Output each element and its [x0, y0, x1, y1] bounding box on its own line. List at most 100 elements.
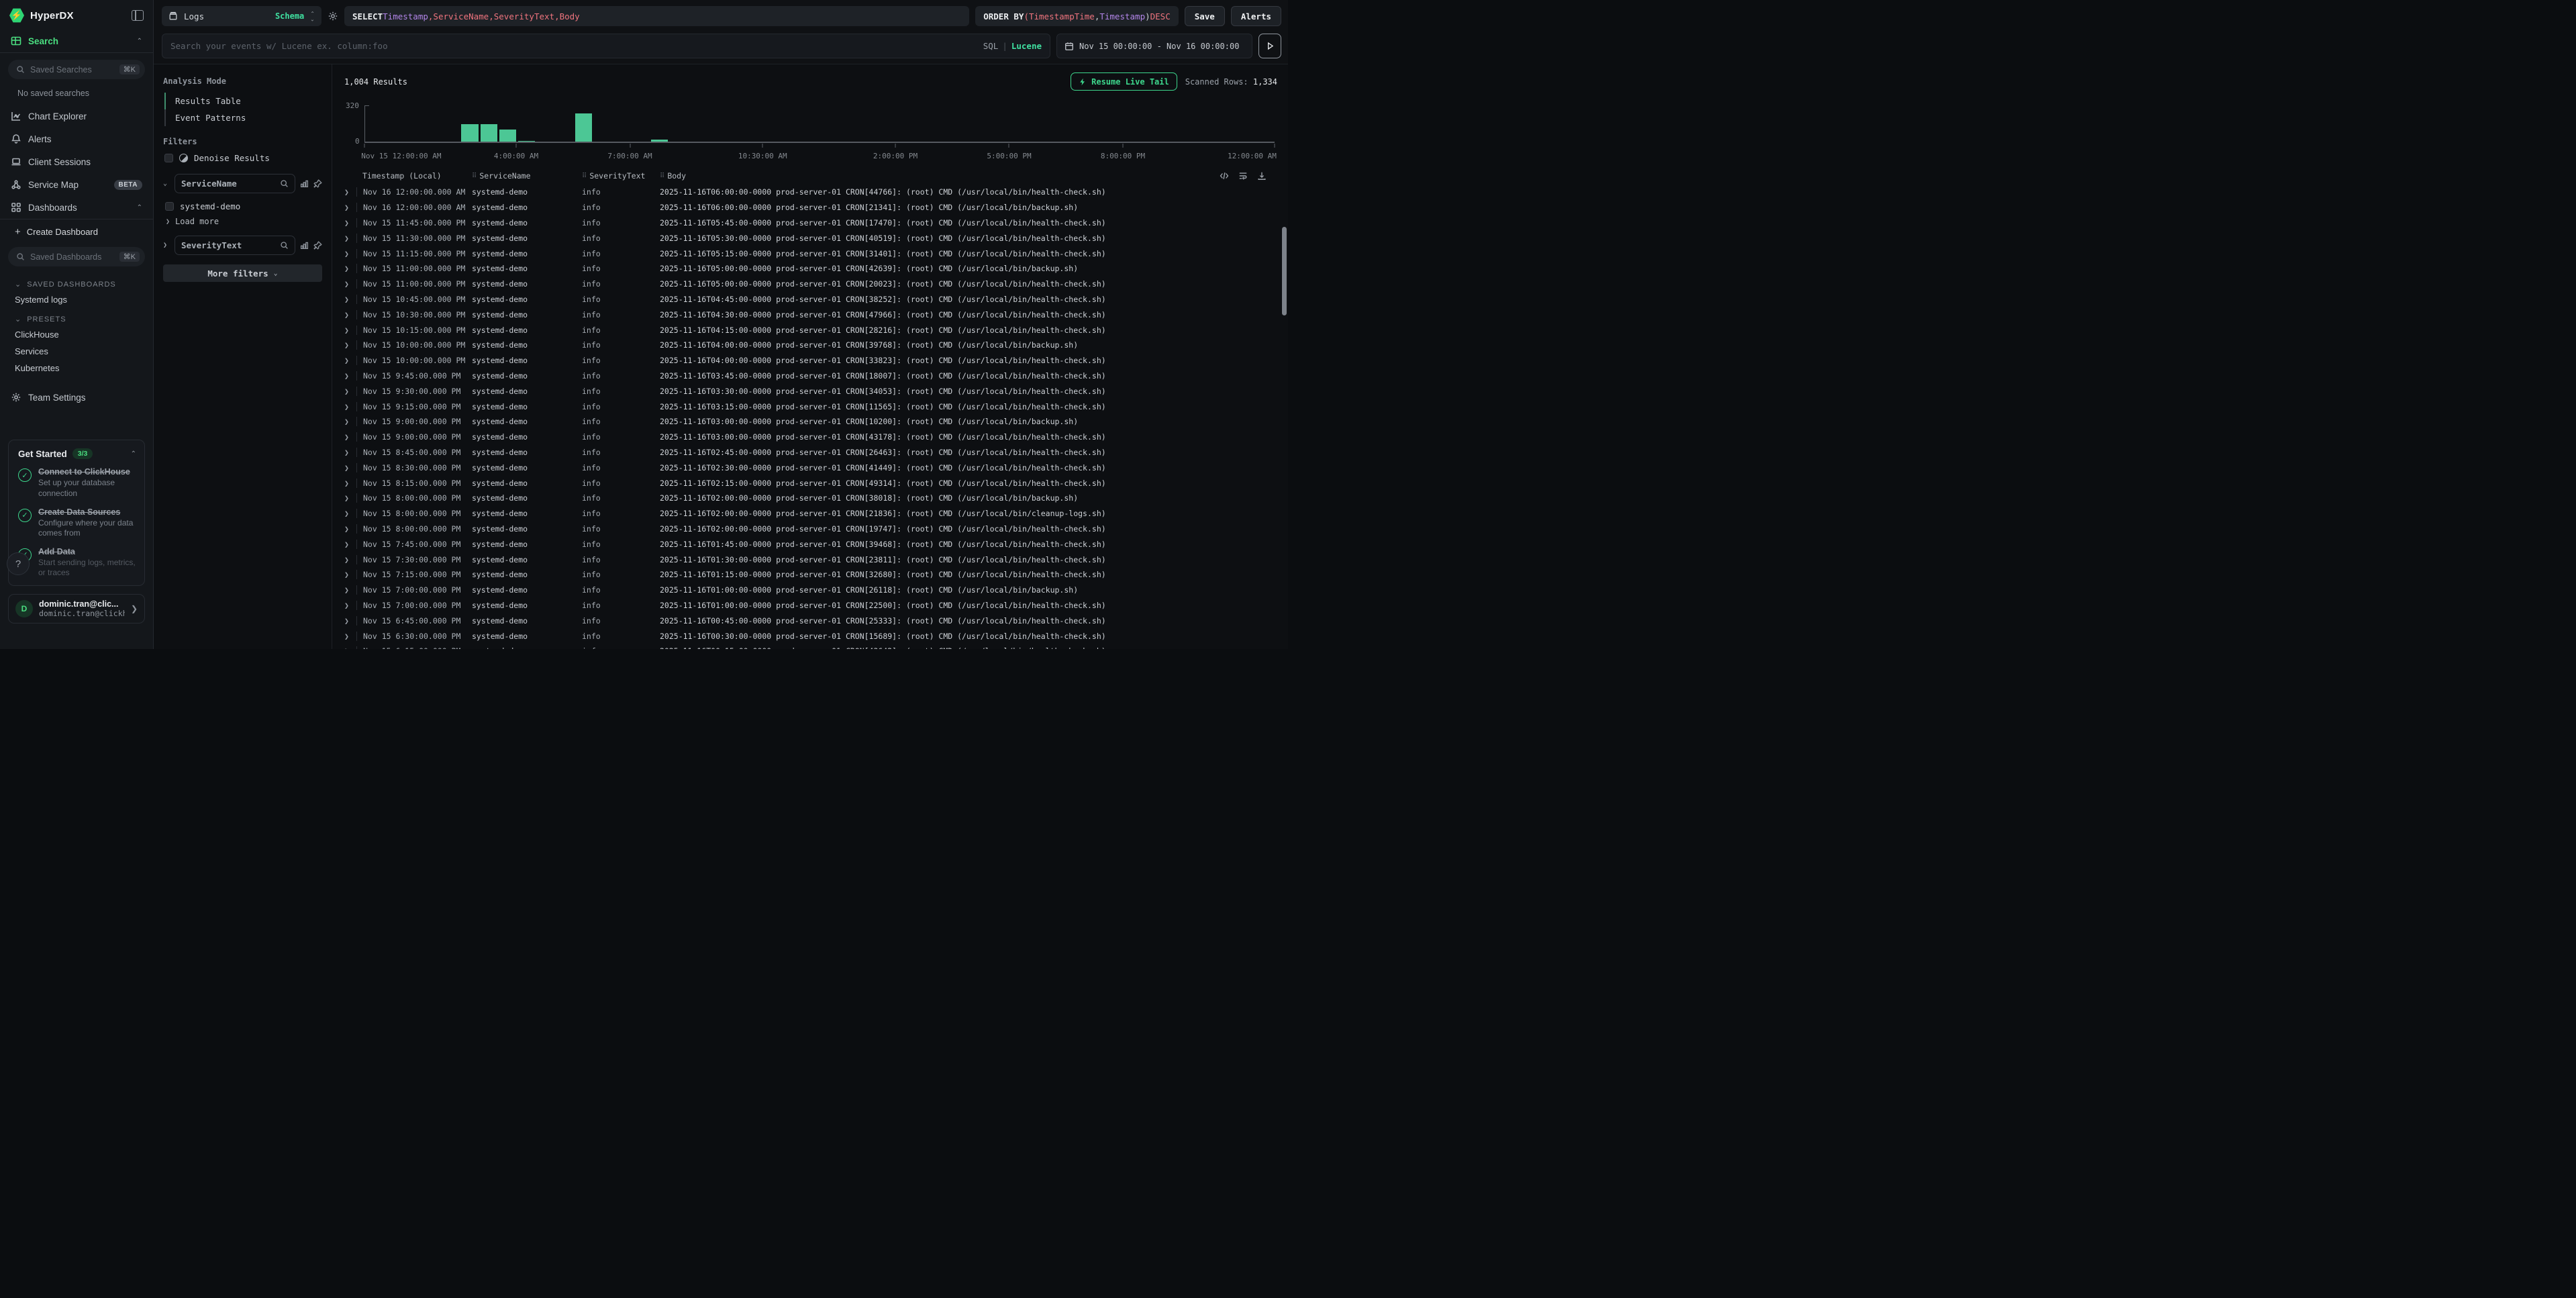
filter-value-checkbox[interactable]: [165, 202, 174, 211]
get-started-item[interactable]: ✓Add DataStart sending logs, metrics, or…: [18, 547, 136, 579]
expand-row-icon[interactable]: ❯: [340, 402, 356, 411]
sidebar-item-client-sessions[interactable]: Client Sessions: [0, 150, 153, 173]
table-row[interactable]: ❯Nov 15 8:45:00.000 PMsystemd-demoinfo20…: [340, 445, 1279, 460]
expand-row-icon[interactable]: ❯: [340, 432, 356, 442]
analysis-mode-results-table[interactable]: Results Table: [166, 93, 322, 109]
sidebar-item-search[interactable]: Search ⌃: [0, 30, 153, 52]
expand-row-icon[interactable]: ❯: [340, 340, 356, 350]
expand-row-icon[interactable]: ❯: [340, 616, 356, 626]
table-row[interactable]: ❯Nov 15 7:00:00.000 PMsystemd-demoinfo20…: [340, 598, 1279, 613]
table-row[interactable]: ❯Nov 15 11:00:00.000 PMsystemd-demoinfo2…: [340, 261, 1279, 277]
user-account-button[interactable]: D dominic.tran@clic... dominic.tran@clic…: [8, 594, 145, 623]
expand-row-icon[interactable]: ❯: [340, 310, 356, 319]
expand-row-icon[interactable]: ❯: [340, 387, 356, 396]
save-button[interactable]: Save: [1185, 6, 1225, 26]
table-row[interactable]: ❯Nov 15 9:30:00.000 PMsystemd-demoinfo20…: [340, 383, 1279, 399]
expand-row-icon[interactable]: ❯: [340, 326, 356, 335]
filter-value-systemd-demo[interactable]: systemd-demo: [163, 199, 322, 214]
expand-row-icon[interactable]: ❯: [340, 187, 356, 197]
table-row[interactable]: ❯Nov 15 6:45:00.000 PMsystemd-demoinfo20…: [340, 613, 1279, 628]
expand-row-icon[interactable]: ❯: [340, 448, 356, 457]
code-view-icon[interactable]: [1220, 171, 1229, 181]
results-histogram[interactable]: 320 0 Nov 15 12:00:00 AM4:00:00 AM7:00:0…: [342, 96, 1277, 160]
chevron-right-icon[interactable]: ❯: [163, 242, 170, 249]
expand-row-icon[interactable]: ❯: [340, 540, 356, 549]
filter-group-search[interactable]: SeverityText: [175, 236, 295, 255]
sidebar-item-service-map[interactable]: Service MapBETA: [0, 173, 153, 196]
more-filters-button[interactable]: More filters ⌄: [163, 264, 322, 282]
preset-item-services[interactable]: Services: [0, 343, 153, 360]
run-search-button[interactable]: [1258, 34, 1281, 58]
histogram-bar[interactable]: [575, 113, 592, 143]
orderby-input[interactable]: ORDER BY (TimestampTime, Timestamp) DESC: [975, 6, 1179, 26]
table-row[interactable]: ❯Nov 15 11:15:00.000 PMsystemd-demoinfo2…: [340, 246, 1279, 261]
expand-row-icon[interactable]: ❯: [340, 218, 356, 228]
sql-toggle[interactable]: SQL: [983, 41, 999, 51]
text-wrap-icon[interactable]: [1238, 171, 1248, 181]
expand-row-icon[interactable]: ❯: [340, 264, 356, 273]
expand-row-icon[interactable]: ❯: [340, 203, 356, 212]
histogram-bar[interactable]: [499, 130, 516, 143]
source-settings-button[interactable]: [328, 11, 338, 21]
date-range-picker[interactable]: Nov 15 00:00:00 - Nov 16 00:00:00: [1056, 34, 1252, 58]
sidebar-item-dashboards[interactable]: Dashboards ⌃: [0, 196, 153, 219]
pin-icon[interactable]: [313, 241, 322, 250]
table-row[interactable]: ❯Nov 15 10:00:00.000 PMsystemd-demoinfo2…: [340, 338, 1279, 353]
table-row[interactable]: ❯Nov 15 8:00:00.000 PMsystemd-demoinfo20…: [340, 506, 1279, 521]
expand-row-icon[interactable]: ❯: [340, 570, 356, 579]
table-row[interactable]: ❯Nov 15 10:15:00.000 PMsystemd-demoinfo2…: [340, 322, 1279, 338]
table-row[interactable]: ❯Nov 15 6:30:00.000 PMsystemd-demoinfo20…: [340, 628, 1279, 644]
drag-handle-icon[interactable]: ⠿: [660, 172, 664, 180]
resume-live-tail-button[interactable]: Resume Live Tail: [1071, 72, 1177, 91]
table-row[interactable]: ❯Nov 15 6:15:00.000 PMsystemd-demoinfo20…: [340, 644, 1279, 649]
table-row[interactable]: ❯Nov 15 10:00:00.000 PMsystemd-demoinfo2…: [340, 353, 1279, 368]
chevron-up-icon[interactable]: ⌃: [131, 450, 136, 458]
sidebar-item-alerts[interactable]: Alerts: [0, 128, 153, 150]
table-row[interactable]: ❯Nov 15 7:45:00.000 PMsystemd-demoinfo20…: [340, 536, 1279, 552]
expand-row-icon[interactable]: ❯: [340, 585, 356, 595]
histogram-bar[interactable]: [481, 124, 497, 143]
drag-handle-icon[interactable]: ⠿: [582, 172, 586, 180]
analysis-mode-event-patterns[interactable]: Event Patterns: [166, 109, 322, 126]
get-started-header[interactable]: Get Started 3/3 ⌃: [18, 448, 136, 459]
table-row[interactable]: ❯Nov 15 8:15:00.000 PMsystemd-demoinfo20…: [340, 475, 1279, 491]
download-icon[interactable]: [1257, 171, 1267, 181]
filter-group-search[interactable]: ServiceName: [175, 174, 295, 193]
table-row[interactable]: ❯Nov 15 9:45:00.000 PMsystemd-demoinfo20…: [340, 368, 1279, 384]
expand-row-icon[interactable]: ❯: [340, 279, 356, 289]
chevron-down-icon[interactable]: ⌄: [163, 180, 170, 187]
table-row[interactable]: ❯Nov 16 12:00:00.000 AMsystemd-demoinfo2…: [340, 185, 1279, 200]
expand-row-icon[interactable]: ❯: [340, 234, 356, 243]
dashboard-item-systemd-logs[interactable]: Systemd logs: [0, 291, 153, 308]
bar-chart-icon[interactable]: [300, 179, 309, 188]
select-query-input[interactable]: SELECT Timestamp,ServiceName,SeverityTex…: [344, 6, 969, 26]
saved-dashboards-input[interactable]: Saved Dashboards ⌘K: [8, 247, 145, 266]
expand-row-icon[interactable]: ❯: [340, 463, 356, 472]
table-row[interactable]: ❯Nov 15 9:15:00.000 PMsystemd-demoinfo20…: [340, 399, 1279, 414]
source-selector[interactable]: Logs Schema ⌃⌃: [162, 6, 321, 26]
expand-row-icon[interactable]: ❯: [340, 356, 356, 365]
column-header-severitytext[interactable]: ⠿SeverityText: [582, 171, 660, 181]
get-started-item[interactable]: ✓Create Data SourcesConfigure where your…: [18, 507, 136, 539]
histogram-bar[interactable]: [461, 124, 478, 143]
table-row[interactable]: ❯Nov 15 7:30:00.000 PMsystemd-demoinfo20…: [340, 552, 1279, 567]
expand-row-icon[interactable]: ❯: [340, 555, 356, 564]
table-row[interactable]: ❯Nov 15 8:00:00.000 PMsystemd-demoinfo20…: [340, 521, 1279, 537]
expand-row-icon[interactable]: ❯: [340, 371, 356, 381]
chevron-up-icon[interactable]: ⌃: [137, 204, 142, 211]
column-header-body[interactable]: ⠿Body: [660, 171, 1279, 181]
table-row[interactable]: ❯Nov 15 11:00:00.000 PMsystemd-demoinfo2…: [340, 277, 1279, 292]
saved-dashboards-section[interactable]: ⌄SAVED DASHBOARDS: [0, 273, 153, 291]
collapse-sidebar-icon[interactable]: [132, 10, 144, 21]
search-icon[interactable]: [280, 241, 289, 250]
bar-chart-icon[interactable]: [300, 241, 309, 250]
table-row[interactable]: ❯Nov 15 7:15:00.000 PMsystemd-demoinfo20…: [340, 567, 1279, 583]
get-started-item[interactable]: ✓Connect to ClickHouseSet up your databa…: [18, 467, 136, 499]
alerts-button[interactable]: Alerts: [1231, 6, 1281, 26]
search-icon[interactable]: [280, 179, 289, 188]
saved-searches-input[interactable]: Saved Searches ⌘K: [8, 60, 145, 79]
expand-row-icon[interactable]: ❯: [340, 646, 356, 649]
help-button[interactable]: ?: [7, 552, 30, 575]
vertical-scrollbar[interactable]: [1282, 227, 1287, 315]
expand-row-icon[interactable]: ❯: [340, 417, 356, 426]
